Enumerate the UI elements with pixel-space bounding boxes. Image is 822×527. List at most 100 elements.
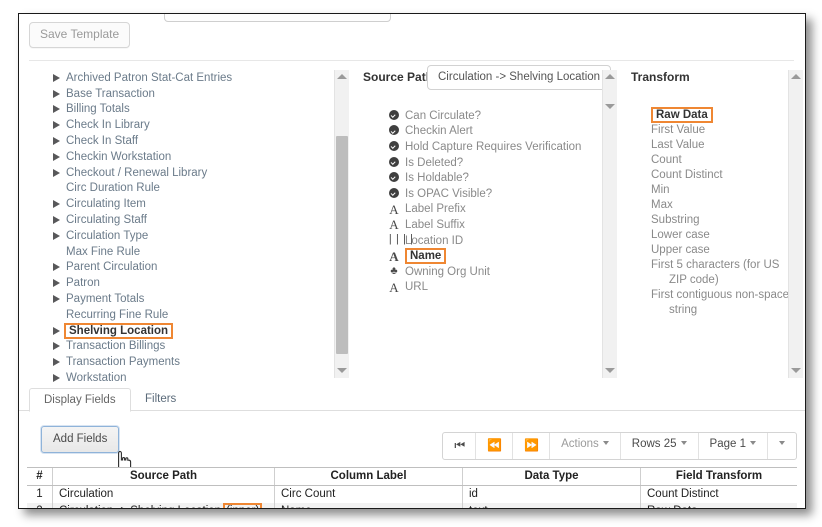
transform-item[interactable]: Substring — [633, 213, 793, 228]
tree-item[interactable]: Checkin Workstation — [53, 149, 333, 165]
table-row[interactable]: 2Circulation -> Shelving Location(inner)… — [27, 503, 797, 508]
source-tree-scrollbar[interactable] — [334, 70, 349, 378]
pager-overflow-menu[interactable] — [768, 433, 796, 459]
expand-caret-icon[interactable] — [53, 168, 60, 177]
expand-caret-icon[interactable] — [53, 152, 60, 161]
scroll-up-arrow-icon[interactable] — [335, 70, 349, 84]
field-item-label: URL — [405, 281, 429, 294]
scroll-down-arrow-icon[interactable] — [789, 364, 803, 378]
grid-header-source-path[interactable]: Source Path — [53, 468, 275, 485]
tree-item[interactable]: Parent Circulation — [53, 260, 333, 276]
tree-item[interactable]: Circulation Type — [53, 228, 333, 244]
field-item[interactable]: Is Holdable? — [387, 170, 612, 186]
table-row[interactable]: 1 Circulation Circ Count id Count Distinct — [27, 486, 797, 503]
pager-page-label: Page 1 — [709, 438, 746, 450]
transform-item[interactable]: Upper case — [633, 243, 793, 258]
tree-item[interactable]: Max Fine Rule — [53, 244, 333, 260]
source-tree[interactable]: Archived Patron Stat-Cat Entries Base Tra… — [53, 70, 333, 386]
pager-next-button[interactable]: ⏩ — [513, 433, 551, 459]
expand-caret-icon[interactable] — [53, 231, 60, 240]
pager-page-menu[interactable]: Page 1 — [699, 433, 768, 459]
grid-header-field-transform[interactable]: Field Transform — [641, 468, 797, 485]
field-item[interactable]: A Label Prefix — [387, 202, 612, 218]
transform-item[interactable]: Lower case — [633, 228, 793, 243]
expand-caret-icon[interactable] — [53, 342, 60, 351]
field-item[interactable]: Can Circulate? — [387, 108, 612, 124]
transform-scrollbar[interactable] — [788, 70, 803, 378]
field-list[interactable]: Can Circulate? Checkin Alert Hold Capture … — [387, 108, 612, 295]
tree-item[interactable]: Circ Duration Rule — [53, 181, 333, 197]
pager-prev-button[interactable]: ⏪ — [476, 433, 514, 459]
grid-header-data-type[interactable]: Data Type — [463, 468, 641, 485]
field-item-label: Name — [405, 248, 447, 265]
scroll-up-arrow-icon[interactable] — [789, 70, 803, 84]
field-item[interactable]: A Name — [387, 248, 612, 265]
scroll-up-arrow-icon[interactable] — [603, 70, 617, 84]
transform-item[interactable]: Count — [633, 153, 793, 168]
expand-caret-icon[interactable] — [53, 200, 60, 209]
save-template-button[interactable]: Save Template — [29, 22, 131, 48]
tab-filters[interactable]: Filters — [131, 388, 190, 410]
tree-item[interactable]: Shelving Location — [53, 322, 333, 339]
tree-item[interactable]: Billing Totals — [53, 102, 333, 118]
expand-caret-icon[interactable] — [53, 137, 60, 146]
transform-item[interactable]: First contiguous non-space string — [633, 288, 793, 318]
field-item[interactable]: Hold Capture Requires Verification — [387, 139, 612, 155]
cell-field-transform: Count Distinct — [647, 488, 719, 500]
transform-item[interactable]: Count Distinct — [633, 168, 793, 183]
tree-item[interactable]: Base Transaction — [53, 86, 333, 102]
scroll-page-down-arrow-icon[interactable] — [603, 100, 617, 114]
expand-caret-icon[interactable] — [53, 73, 60, 82]
expand-caret-icon[interactable] — [53, 326, 60, 335]
tree-item[interactable]: Transaction Payments — [53, 354, 333, 370]
tree-item[interactable]: Check In Library — [53, 117, 333, 133]
expand-caret-icon[interactable] — [53, 121, 60, 130]
source-path-value[interactable]: Circulation -> Shelving Location — [427, 65, 612, 90]
tree-item[interactable]: Workstation — [53, 370, 333, 386]
tree-item[interactable]: Checkout / Renewal Library — [53, 165, 333, 181]
tree-item[interactable]: Recurring Fine Rule — [53, 307, 333, 323]
pager-actions-menu[interactable]: Actions — [550, 433, 621, 459]
pager-rows-menu[interactable]: Rows 25 — [621, 433, 699, 459]
expand-caret-icon[interactable] — [53, 358, 60, 367]
grid-header-column-label[interactable]: Column Label — [275, 468, 463, 485]
tree-item[interactable]: Check In Staff — [53, 133, 333, 149]
field-item[interactable]: Is Deleted? — [387, 155, 612, 171]
field-item[interactable]: |||| Location ID — [387, 233, 612, 249]
field-item[interactable]: A Label Suffix — [387, 217, 612, 233]
field-item[interactable]: Is OPAC Visible? — [387, 186, 612, 202]
scroll-down-arrow-icon[interactable] — [603, 364, 617, 378]
transform-item-label: First 5 characters (for US ZIP code) — [651, 259, 780, 286]
expand-caret-icon[interactable] — [53, 89, 60, 98]
pager-first-button[interactable]: ⏮ — [443, 433, 477, 459]
transform-item[interactable]: Max — [633, 198, 793, 213]
tab-display-fields[interactable]: Display Fields — [29, 388, 131, 412]
transform-item[interactable]: Min — [633, 183, 793, 198]
add-fields-button[interactable]: Add Fields — [41, 426, 120, 453]
tree-item[interactable]: Circulating Item — [53, 196, 333, 212]
expand-caret-icon[interactable] — [53, 279, 60, 288]
tree-item[interactable]: Payment Totals — [53, 291, 333, 307]
tree-item[interactable]: Patron — [53, 275, 333, 291]
transform-item[interactable]: First Value — [633, 123, 793, 138]
field-item[interactable]: A URL — [387, 280, 612, 296]
transform-item[interactable]: Last Value — [633, 138, 793, 153]
tree-item[interactable]: Circulating Staff — [53, 212, 333, 228]
field-list-scrollbar[interactable] — [602, 70, 617, 378]
expand-caret-icon[interactable] — [53, 374, 60, 383]
grid-header-num[interactable]: # — [27, 468, 53, 485]
expand-caret-icon[interactable] — [53, 105, 60, 114]
expand-caret-icon[interactable] — [53, 263, 60, 272]
transform-item[interactable]: First 5 characters (for US ZIP code) — [633, 258, 793, 288]
transform-item[interactable]: Raw Data — [633, 107, 793, 123]
expand-caret-icon[interactable] — [53, 295, 60, 304]
field-item[interactable]: Checkin Alert — [387, 124, 612, 140]
field-item[interactable]: ♣ Owning Org Unit — [387, 264, 612, 280]
tree-item[interactable]: Transaction Billings — [53, 339, 333, 355]
scrollbar-thumb[interactable] — [336, 136, 348, 354]
scroll-down-arrow-icon[interactable] — [335, 364, 349, 378]
leaf-spacer-icon — [53, 248, 60, 256]
tree-item[interactable]: Archived Patron Stat-Cat Entries — [53, 70, 333, 86]
expand-caret-icon[interactable] — [53, 216, 60, 225]
transform-list[interactable]: Raw Data First Value Last Value Count Count … — [633, 107, 793, 318]
